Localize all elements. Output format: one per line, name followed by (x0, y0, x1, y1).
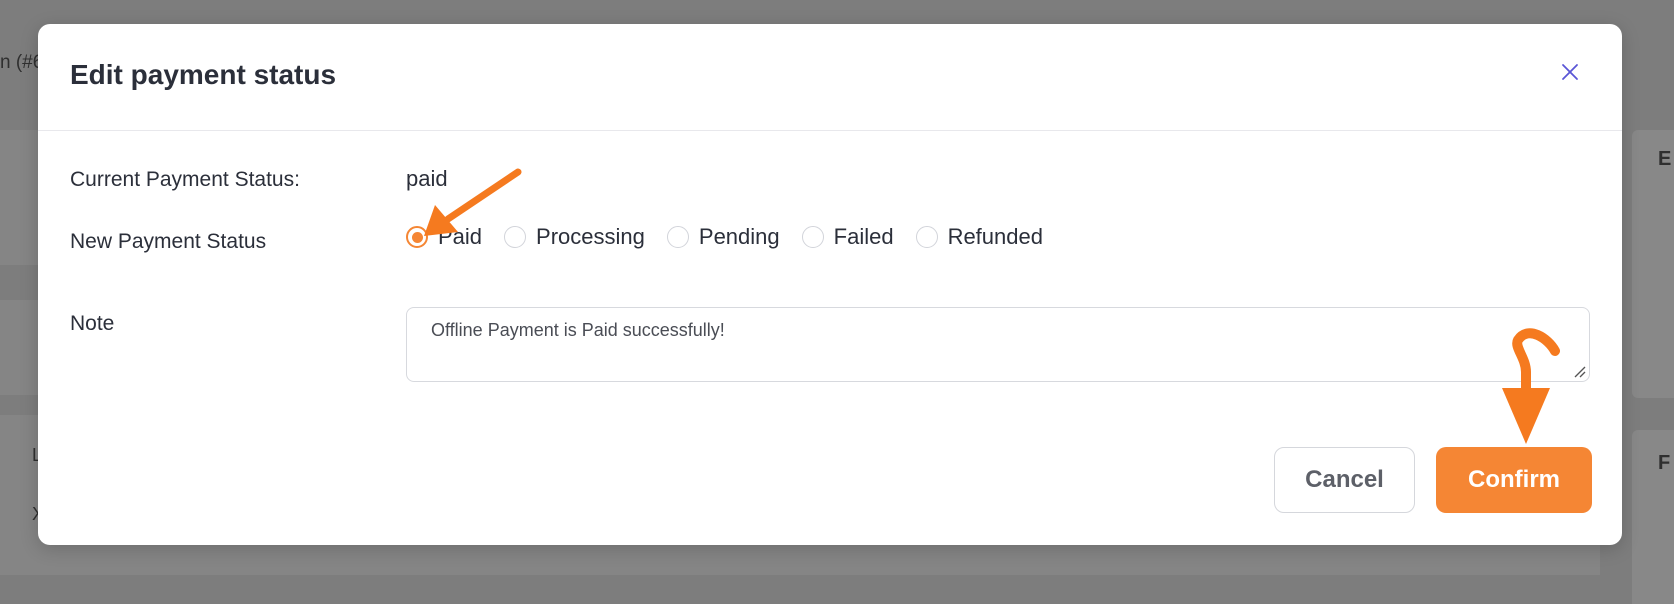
modal-header: Edit payment status (38, 24, 1622, 131)
radio-label-failed: Failed (833, 224, 894, 249)
radio-option-pending[interactable]: Pending (666, 224, 780, 250)
new-status-label: New Payment Status (70, 230, 267, 253)
radio-option-failed[interactable]: Failed (801, 224, 894, 250)
background-panel (0, 300, 40, 395)
background-card-heading: F (1658, 452, 1671, 474)
radio-option-processing[interactable]: Processing (504, 224, 645, 250)
modal-title: Edit payment status (70, 59, 337, 90)
radio-label-processing: Processing (536, 224, 645, 249)
radio-button-refunded[interactable] (915, 226, 938, 248)
current-status-label: Current Payment Status: (70, 168, 300, 191)
resize-handle-icon[interactable] (1572, 364, 1586, 378)
note-textarea[interactable]: Offline Payment is Paid successfully! (406, 307, 1590, 382)
radio-button-processing[interactable] (504, 226, 527, 248)
radio-label-paid: Paid (438, 224, 483, 249)
radio-label-refunded: Refunded (947, 224, 1043, 249)
cancel-button[interactable]: Cancel (1274, 447, 1415, 513)
radio-button-failed[interactable] (801, 226, 824, 248)
background-side-card: F (1632, 430, 1674, 604)
payment-status-radio-group: Paid Processing Pending Failed Refunded (406, 224, 1065, 250)
radio-button-paid[interactable] (406, 226, 428, 248)
background-card-heading: E (1658, 148, 1672, 170)
radio-option-refunded[interactable]: Refunded (915, 224, 1043, 250)
radio-label-pending: Pending (698, 224, 780, 249)
confirm-button[interactable]: Confirm (1436, 447, 1592, 513)
radio-option-paid[interactable]: Paid (406, 224, 482, 250)
background-panel (0, 130, 40, 265)
note-label: Note (70, 312, 115, 335)
background-order-title: n (#6 (0, 52, 44, 73)
radio-button-pending[interactable] (666, 226, 689, 248)
close-button[interactable] (1558, 60, 1582, 84)
edit-payment-status-modal: Edit payment status Current Payment Stat… (38, 24, 1622, 545)
close-icon (1562, 64, 1578, 80)
background-side-card: E (1632, 130, 1674, 398)
current-status-value: paid (406, 166, 448, 191)
